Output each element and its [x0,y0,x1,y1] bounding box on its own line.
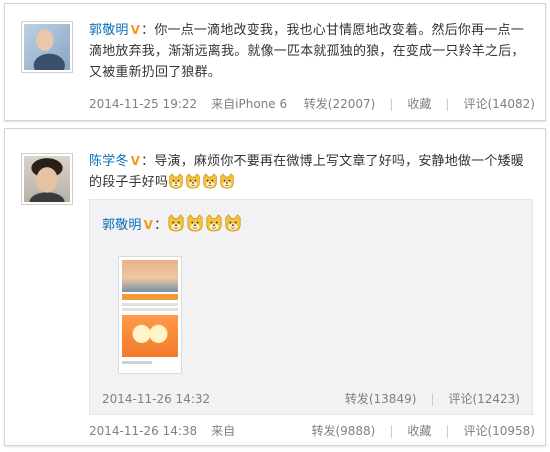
doge-emoji-icon [224,214,242,232]
post-text: 你一点一滴地改变我，我也心甘情愿地改变着。然后你再一点一滴地放弃我，渐渐远离我。… [89,23,525,80]
repost-button[interactable]: 转发(9888) [311,422,375,439]
post-actions: 转发(22007) | 收藏 | 评论(14082) [304,95,535,112]
colon: ： [154,218,168,233]
favorite-button[interactable]: 收藏 [407,95,431,112]
post-meta: 2014-11-25 19:22 来自iPhone 6 转发(22007) | 收… [89,95,535,112]
post-text-block: 郭敬明 V：你一点一滴地改变我，我也心甘情愿地改变着。然后你再一点一滴地放弃我，渐… [89,20,535,83]
avatar[interactable] [21,153,73,205]
post-source[interactable]: 来自 [211,424,235,438]
colon: ： [141,23,155,38]
doge-emoji-icon [186,214,204,232]
verified-v-icon: V [130,154,141,168]
post-timestamp[interactable]: 2014-11-25 19:22 [89,97,197,111]
divider: | [389,96,394,111]
thumb-image-bottom [122,315,178,357]
doge-emoji-icon [185,173,201,189]
avatar[interactable] [21,21,73,73]
avatar-image [24,156,70,202]
repost-button[interactable]: 转发(22007) [304,95,376,112]
thumb-banner [122,294,178,300]
emoji-group [168,173,236,190]
thumb-text-line [122,361,152,364]
reposted-timestamp[interactable]: 2014-11-26 14:32 [102,392,210,406]
reposted-comment-button[interactable]: 评论(12423) [448,390,520,407]
colon: ： [141,154,155,169]
thumb-image-top [122,260,178,292]
verified-v-icon: V [143,218,154,232]
doge-emoji-icon [205,214,223,232]
reposted-author-name[interactable]: 郭敬明 [102,218,142,233]
doge-emoji-icon [202,173,218,189]
doge-emoji-icon [219,173,235,189]
post-meta-left: 2014-11-25 19:22 来自iPhone 6 [89,95,301,112]
reposted-meta: 2014-11-26 14:32 转发(13849) | 评论(12423) [102,390,520,407]
doge-emoji-icon [167,214,185,232]
favorite-button[interactable]: 收藏 [407,422,431,439]
reposted-text-block: 郭敬明 V： [102,214,243,236]
weibo-post-card: 陈学冬 V：导演，麻烦你不要再在微博上写文章了好吗，安静地做一个矮暖的段子手好吗 … [4,128,546,446]
divider: | [445,96,450,111]
post-text: 导演，麻烦你不要再在微博上写文章了好吗，安静地做一个矮暖的段子手好吗 [89,154,524,190]
comment-button[interactable]: 评论(14082) [463,95,535,112]
post-content: 陈学冬 V：导演，麻烦你不要再在微博上写文章了好吗，安静地做一个矮暖的段子手好吗 [89,151,535,193]
divider: | [389,423,394,438]
emoji-group [167,214,243,233]
post-timestamp[interactable]: 2014-11-26 14:38 [89,424,197,438]
reposted-actions: 转发(13849) | 评论(12423) [345,390,520,407]
post-text-block: 陈学冬 V：导演，麻烦你不要再在微博上写文章了好吗，安静地做一个矮暖的段子手好吗 [89,151,535,193]
divider: | [445,423,450,438]
reposted-image-thumbnail[interactable] [118,256,182,374]
post-content: 郭敬明 V：你一点一滴地改变我，我也心甘情愿地改变着。然后你再一点一滴地放弃我，渐… [89,20,535,83]
thumb-text-line [122,308,178,311]
reposted-meta-left: 2014-11-26 14:32 [102,392,224,406]
weibo-post-card: 郭敬明 V：你一点一滴地改变我，我也心甘情愿地改变着。然后你再一点一滴地放弃我，渐… [4,3,546,121]
post-actions: 转发(9888) | 收藏 | 评论(10958) [311,422,535,439]
author-name[interactable]: 郭敬明 [89,23,129,38]
reposted-original: 郭敬明 V： 2014-11-26 14:32 转发(13849) | 评论(12… [89,199,533,415]
post-meta: 2014-11-26 14:38 来自 转发(9888) | 收藏 | 评论(10… [89,422,535,439]
comment-button[interactable]: 评论(10958) [463,422,535,439]
divider: | [430,391,435,406]
verified-v-icon: V [130,23,141,37]
avatar-image [24,24,70,70]
reposted-repost-button[interactable]: 转发(13849) [345,390,417,407]
thumb-text-line [122,303,178,306]
author-name[interactable]: 陈学冬 [89,154,129,169]
post-meta-left: 2014-11-26 14:38 来自 [89,422,249,439]
post-source[interactable]: 来自iPhone 6 [211,97,287,111]
doge-emoji-icon [168,173,184,189]
